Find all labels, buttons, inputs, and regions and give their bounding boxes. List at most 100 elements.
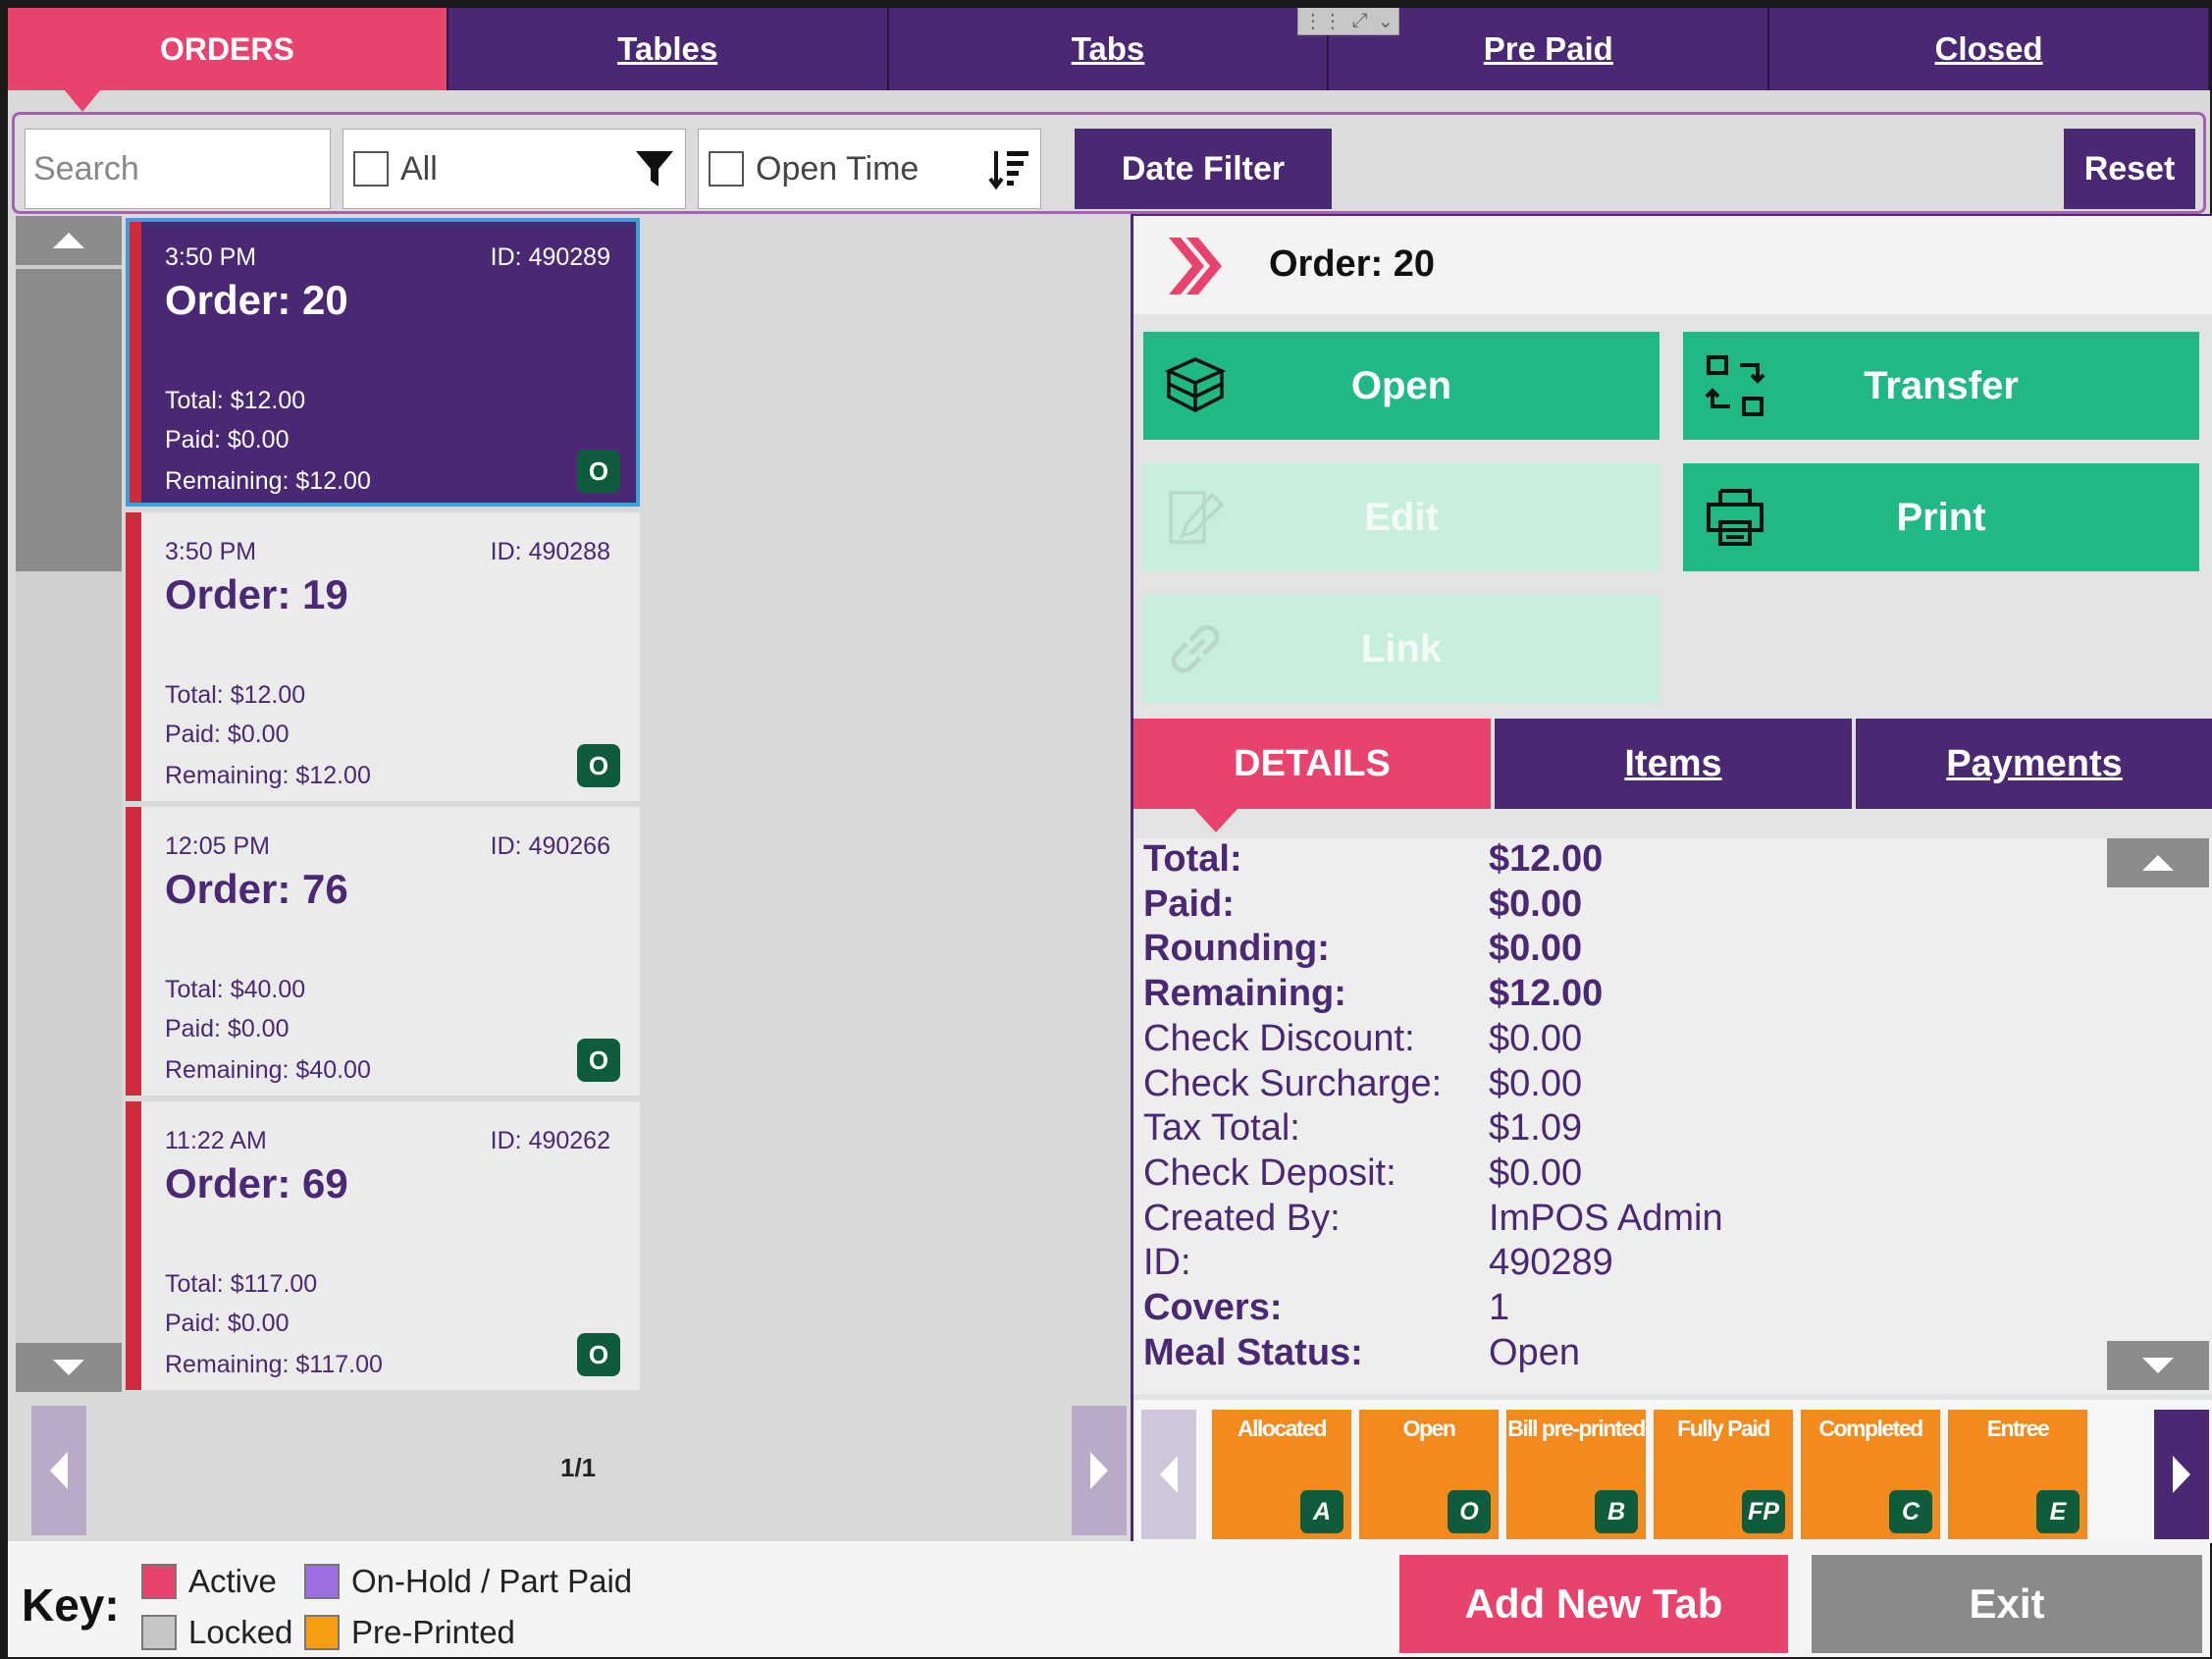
status-tile-fully-paid[interactable]: Fully Paid FP [1654, 1410, 1793, 1539]
scroll-down-button[interactable] [16, 1343, 122, 1392]
transfer-button[interactable]: Transfer [1683, 332, 2199, 440]
status-tile-open[interactable]: Open O [1359, 1410, 1499, 1539]
printer-icon [1701, 483, 1769, 562]
arrow-left-icon [1160, 1456, 1178, 1493]
status-tile-allocated[interactable]: Allocated A [1212, 1410, 1351, 1539]
order-id: ID: 490262 [490, 1127, 610, 1154]
tab-details[interactable]: DETAILS [1133, 719, 1491, 832]
order-total: Total: $117.00 [165, 1270, 318, 1298]
scroll-thumb[interactable] [16, 269, 122, 571]
sort-field-label: Open Time [756, 149, 920, 187]
transfer-label: Transfer [1864, 363, 2019, 407]
date-filter-button[interactable]: Date Filter [1075, 129, 1332, 209]
detail-value: 490289 [1489, 1242, 1613, 1283]
category-checkbox[interactable] [353, 151, 389, 187]
category-filter[interactable]: All [342, 129, 686, 209]
detail-label: Rounding: [1143, 928, 1330, 969]
search-input[interactable] [33, 149, 330, 188]
key-label: Locked [188, 1614, 293, 1650]
order-card[interactable]: 3:50 PM ID: 490289 Order: 20 Total: $12.… [126, 218, 640, 507]
status-tile-bill-pre-printed[interactable]: Bill pre-printed B [1506, 1410, 1646, 1539]
status-next-button[interactable] [2154, 1410, 2209, 1539]
order-remaining: Remaining: $12.00 [165, 467, 371, 495]
status-badge: O [1448, 1490, 1491, 1533]
edit-button[interactable]: Edit [1143, 463, 1659, 571]
detail-value: 1 [1489, 1287, 1510, 1328]
status-label: Entree [1986, 1416, 2050, 1441]
status-tile-completed[interactable]: Completed C [1801, 1410, 1940, 1539]
double-chevron-right-icon[interactable] [1165, 234, 1226, 303]
link-button[interactable]: Link [1143, 595, 1659, 703]
order-title: Order: 76 [165, 866, 348, 912]
detail-header: Order: 20 [1133, 216, 2212, 314]
grip-dots-icon: ⋮⋮ [1302, 11, 1343, 32]
exit-button[interactable]: Exit [1812, 1555, 2202, 1653]
status-badge: B [1595, 1490, 1638, 1533]
tab-closed[interactable]: Closed [1769, 8, 2210, 90]
detail-row: Total: $12.00 [1143, 838, 1603, 883]
sort-field[interactable]: Open Time [698, 129, 1041, 209]
detail-value: $12.00 [1489, 973, 1604, 1014]
link-label: Link [1360, 626, 1443, 670]
order-paid: Paid: $0.00 [165, 1310, 290, 1337]
order-paid: Paid: $0.00 [165, 426, 290, 454]
bottom-bar: Key: Active On-Hold / Part Paid Locked P… [8, 1541, 2210, 1657]
order-status-badge: O [577, 744, 620, 787]
previous-page-button[interactable] [31, 1406, 86, 1535]
chevron-down-icon[interactable]: ⌄ [1377, 9, 1394, 33]
order-paid: Paid: $0.00 [165, 1015, 290, 1043]
order-card[interactable]: 3:50 PM ID: 490288 Order: 19 Total: $12.… [126, 512, 640, 801]
tab-orders[interactable]: ORDERS [8, 8, 448, 112]
order-card[interactable]: 11:22 AM ID: 490262 Order: 69 Total: $11… [126, 1101, 640, 1390]
key-item-active: Active [141, 1563, 277, 1600]
add-new-tab-button[interactable]: Add New Tab [1399, 1555, 1788, 1653]
status-tile-entree[interactable]: Entree E [1948, 1410, 2087, 1539]
scroll-up-button[interactable] [16, 216, 122, 265]
order-title: Order: 20 [165, 277, 348, 323]
filter-bar: All Open Time Date Filter Reset [12, 112, 2206, 214]
next-page-button[interactable] [1072, 1406, 1127, 1535]
funnel-icon[interactable] [634, 147, 675, 199]
order-paid: Paid: $0.00 [165, 721, 290, 748]
key-swatch [141, 1615, 177, 1650]
tab-tabs[interactable]: Tabs [888, 8, 1330, 90]
print-button[interactable]: Print [1683, 463, 2199, 571]
details-scroll-down-button[interactable] [2107, 1341, 2209, 1390]
detail-label: Created By: [1143, 1198, 1341, 1239]
order-total: Total: $12.00 [165, 387, 306, 414]
key-item-pre-printed: Pre-Printed [304, 1614, 515, 1651]
open-button[interactable]: Open [1143, 332, 1659, 440]
key-title: Key: [22, 1579, 120, 1631]
window-grip-handle[interactable]: ⋮⋮ ⤢ ⌄ [1297, 8, 1399, 35]
detail-label: Check Discount: [1143, 1018, 1415, 1059]
detail-row: Paid: $0.00 [1143, 883, 1582, 929]
arrow-right-icon [2173, 1456, 2190, 1493]
order-list: 3:50 PM ID: 490289 Order: 20 Total: $12.… [126, 218, 640, 1392]
order-list-scrollbar[interactable] [16, 216, 122, 1392]
tab-items[interactable]: Items [1495, 719, 1852, 809]
order-card[interactable]: 12:05 PM ID: 490266 Order: 76 Total: $40… [126, 807, 640, 1096]
detail-label: Covers: [1143, 1287, 1283, 1328]
key-swatch [141, 1564, 177, 1599]
details-scroll-up-button[interactable] [2107, 838, 2209, 887]
arrow-left-icon [50, 1452, 68, 1489]
order-id: ID: 490289 [490, 243, 610, 271]
detail-label: Tax Total: [1143, 1107, 1300, 1149]
detail-label: Check Surcharge: [1143, 1063, 1443, 1104]
reset-button[interactable]: Reset [2064, 129, 2195, 209]
print-label: Print [1896, 495, 1986, 539]
tab-payments[interactable]: Payments [1856, 719, 2212, 809]
detail-row: Covers: 1 [1143, 1287, 1509, 1332]
detail-row: ID: 490289 [1143, 1242, 1613, 1287]
sort-descending-icon[interactable] [987, 147, 1030, 201]
detail-row: Created By: ImPOS Admin [1143, 1198, 1723, 1243]
edit-icon [1161, 483, 1230, 562]
tab-tables[interactable]: Tables [448, 8, 889, 90]
detail-value: ImPOS Admin [1489, 1198, 1723, 1239]
status-prev-button[interactable] [1141, 1410, 1196, 1539]
sort-checkbox[interactable] [709, 151, 744, 187]
order-pager: 1/1 [16, 1394, 1136, 1535]
order-id: ID: 490288 [490, 538, 610, 565]
expand-icon[interactable]: ⤢ [1352, 10, 1368, 32]
detail-label: Check Deposit: [1143, 1152, 1396, 1194]
